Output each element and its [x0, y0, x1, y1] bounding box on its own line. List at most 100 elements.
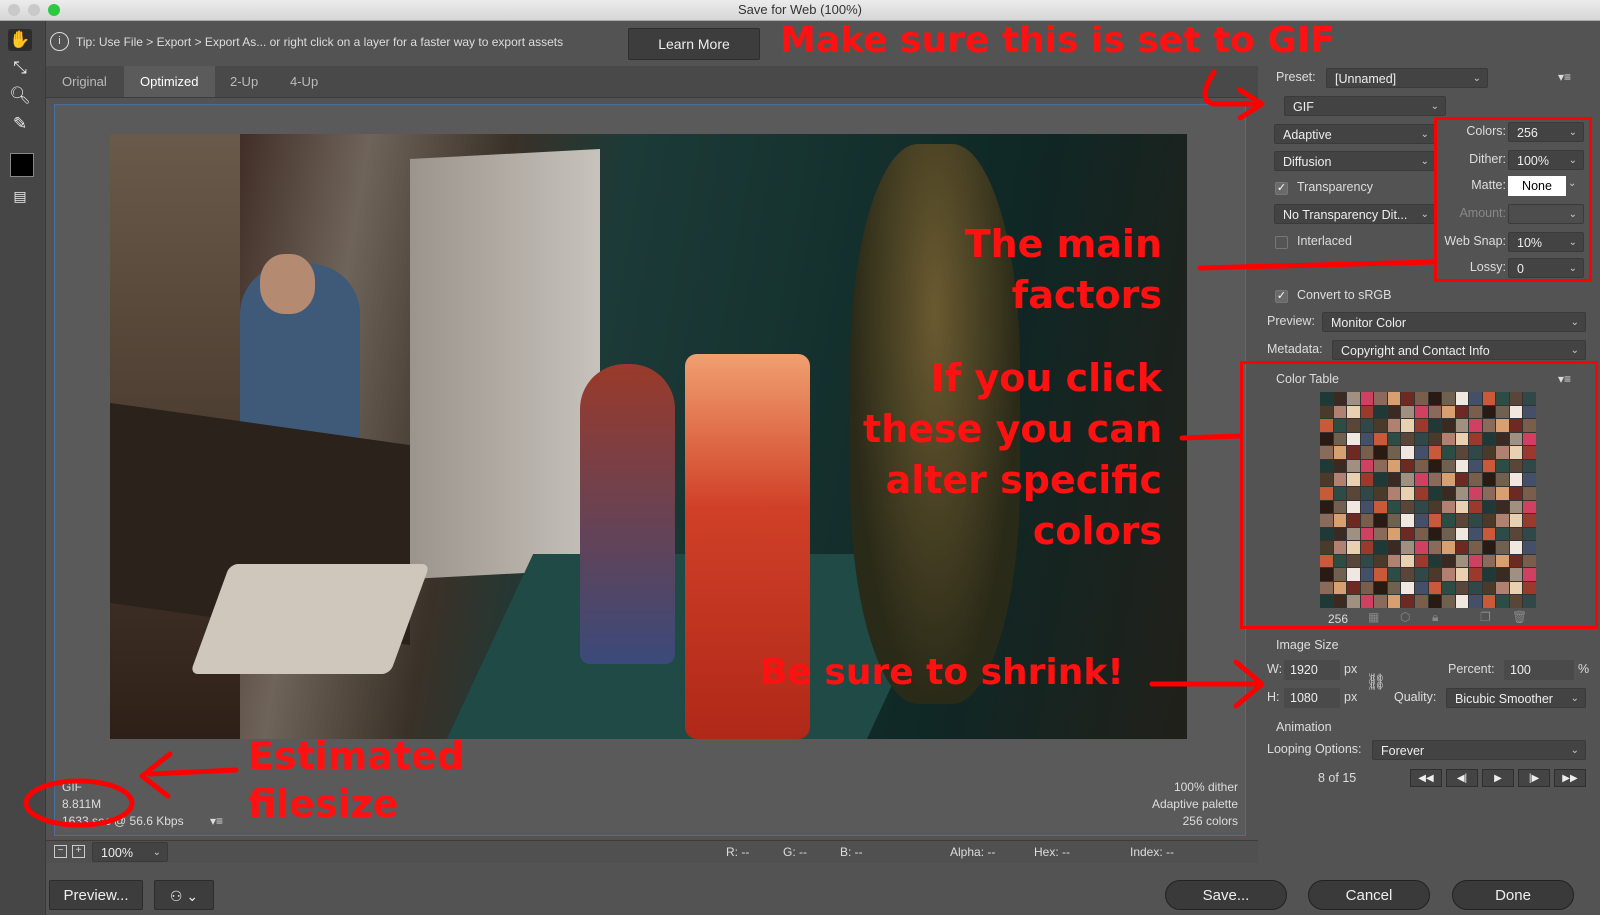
transparency-label: Transparency [1297, 180, 1373, 194]
close-window-button[interactable] [8, 4, 20, 16]
folding-chair [189, 564, 431, 674]
zoom-out-icon[interactable]: − [54, 845, 67, 858]
zoom-level-select[interactable]: 100% ⌄ [92, 842, 168, 862]
hand-tool-icon[interactable]: ✋ [8, 29, 32, 51]
height-label: H: [1267, 690, 1280, 704]
preview-button[interactable]: Preview... [49, 880, 143, 910]
chevron-down-icon: ⌄ [1570, 345, 1579, 356]
last-frame-icon[interactable]: ▶▶ [1554, 769, 1586, 787]
height-field[interactable]: 1080 [1284, 688, 1340, 708]
looping-select[interactable]: Forever ⌄ [1372, 740, 1586, 760]
chevron-down-icon: ⌄ [1472, 73, 1481, 84]
readout-b: B: -- [840, 845, 863, 859]
play-icon[interactable]: ▶ [1482, 769, 1514, 787]
preset-label: Preset: [1276, 70, 1316, 84]
image-size-title: Image Size [1276, 638, 1339, 652]
preview-color-select[interactable]: Monitor Color ⌄ [1322, 312, 1586, 332]
output-filesize: 8.811M [62, 797, 102, 811]
annotation-click-line1: If you click [930, 356, 1162, 400]
frame-counter: 8 of 15 [1318, 771, 1357, 785]
readout-g: G: -- [783, 845, 807, 859]
zoom-in-icon[interactable]: + [72, 845, 85, 858]
status-bar: − + 100% ⌄ R: -- G: -- B: -- Alpha: -- He… [46, 840, 1258, 863]
cancel-button[interactable]: Cancel [1308, 880, 1430, 910]
done-button[interactable]: Done [1452, 880, 1574, 910]
width-field[interactable]: 1920 [1284, 660, 1340, 680]
chevron-down-icon: ⌄ [1570, 745, 1579, 756]
convert-srgb-label: Convert to sRGB [1297, 288, 1392, 302]
main-factors-highlight [1434, 117, 1592, 282]
annotation-click-line3: alter specific [885, 458, 1162, 502]
window-titlebar: Save for Web (100%) [0, 0, 1600, 21]
tab-optimized[interactable]: Optimized [124, 66, 215, 97]
virgin-statue [580, 364, 675, 664]
zoom-window-button[interactable] [48, 4, 60, 16]
annotation-shrink: Be sure to shrink! [760, 652, 1124, 693]
chevron-down-icon: ⌄ [1570, 317, 1579, 328]
download-rate-menu-icon[interactable]: ▾≡ [210, 814, 223, 828]
chevron-down-icon: ⌄ [1570, 693, 1579, 704]
window-title: Save for Web (100%) [737, 2, 863, 17]
output-palette: Adaptive palette [1151, 797, 1238, 811]
interlaced-checkbox[interactable] [1275, 236, 1288, 249]
resample-quality-select[interactable]: Bicubic Smoother ⌄ [1446, 688, 1586, 708]
chevron-down-icon: ⌄ [1420, 129, 1429, 140]
optimize-menu-icon[interactable]: ▾≡ [1558, 70, 1571, 84]
view-tabs: Original Optimized 2-Up 4-Up [46, 66, 1258, 98]
tab-original[interactable]: Original [46, 66, 123, 97]
annotation-gif: Make sure this is set to GIF [780, 20, 1335, 61]
eyedropper-tool-icon[interactable]: ✎ [8, 113, 32, 135]
preset-select[interactable]: [Unnamed] ⌄ [1326, 68, 1488, 88]
dither-algorithm-select[interactable]: Diffusion ⌄ [1274, 151, 1436, 171]
refrigerator [410, 149, 600, 579]
info-icon: i [50, 32, 69, 51]
download-time: 1633 sec @ 56.6 Kbps [62, 814, 184, 828]
chevron-down-icon: ⌄ [1420, 209, 1429, 220]
minimize-window-button[interactable] [28, 4, 40, 16]
tool-palette: ✋ ⤡ 🔍︎ ✎ ▤ [0, 21, 46, 915]
transparency-dither-select[interactable]: No Transparency Dit... ⌄ [1274, 204, 1436, 224]
metadata-select[interactable]: Copyright and Contact Info ⌄ [1332, 340, 1586, 360]
animation-title: Animation [1276, 720, 1332, 734]
annotation-filesize-line1: Estimated [248, 734, 465, 778]
percent-field[interactable]: 100 [1504, 660, 1574, 680]
output-format: GIF [62, 780, 82, 794]
eyedropper-color-swatch[interactable] [10, 153, 34, 177]
zoom-tool-icon[interactable]: 🔍︎ [8, 85, 32, 107]
link-constrain-icon[interactable]: ⛓︎ [1366, 672, 1386, 692]
annotation-factors-line2: factors [1011, 273, 1162, 317]
readout-r: R: -- [726, 845, 750, 859]
output-dither: 100% dither [1173, 780, 1238, 794]
device-preview-icon[interactable]: ⚇ ⌄ [154, 880, 214, 910]
percent-unit: % [1578, 662, 1590, 676]
metadata-label: Metadata: [1267, 342, 1323, 356]
chevron-down-icon: ⌄ [152, 847, 161, 858]
output-colors: 256 colors [1182, 814, 1238, 828]
preview-label: Preview: [1267, 314, 1315, 328]
annotation-factors-line1: The main [964, 222, 1162, 266]
convert-srgb-checkbox[interactable]: ✓ [1275, 290, 1288, 303]
slice-select-tool-icon[interactable]: ⤡ [8, 57, 32, 79]
file-format-select[interactable]: GIF ⌄ [1284, 96, 1446, 116]
save-button[interactable]: Save... [1165, 880, 1287, 910]
person-head [260, 254, 315, 314]
tip-text: Tip: Use File > Export > Export As... or… [76, 35, 564, 49]
color-reduction-select[interactable]: Adaptive ⌄ [1274, 124, 1436, 144]
toggle-slices-icon[interactable]: ▤ [8, 185, 32, 207]
chevron-down-icon: ⌄ [1420, 156, 1429, 167]
quality-label: Quality: [1394, 690, 1437, 704]
readout-alpha: Alpha: -- [950, 845, 996, 859]
learn-more-button[interactable]: Learn More [628, 28, 760, 60]
next-frame-icon[interactable]: |▶ [1518, 769, 1550, 787]
tab-4-up[interactable]: 4-Up [274, 66, 334, 97]
chevron-down-icon: ⌄ [1430, 101, 1439, 112]
tab-2-up[interactable]: 2-Up [214, 66, 274, 97]
color-table-highlight [1240, 361, 1598, 629]
readout-hex: Hex: -- [1034, 845, 1070, 859]
annotation-click-line4: colors [1032, 509, 1162, 553]
interlaced-label: Interlaced [1297, 234, 1352, 248]
transparency-checkbox[interactable]: ✓ [1275, 182, 1288, 195]
previous-frame-icon[interactable]: ◀| [1446, 769, 1478, 787]
looping-label: Looping Options: [1267, 742, 1362, 756]
first-frame-icon[interactable]: ◀◀ [1410, 769, 1442, 787]
